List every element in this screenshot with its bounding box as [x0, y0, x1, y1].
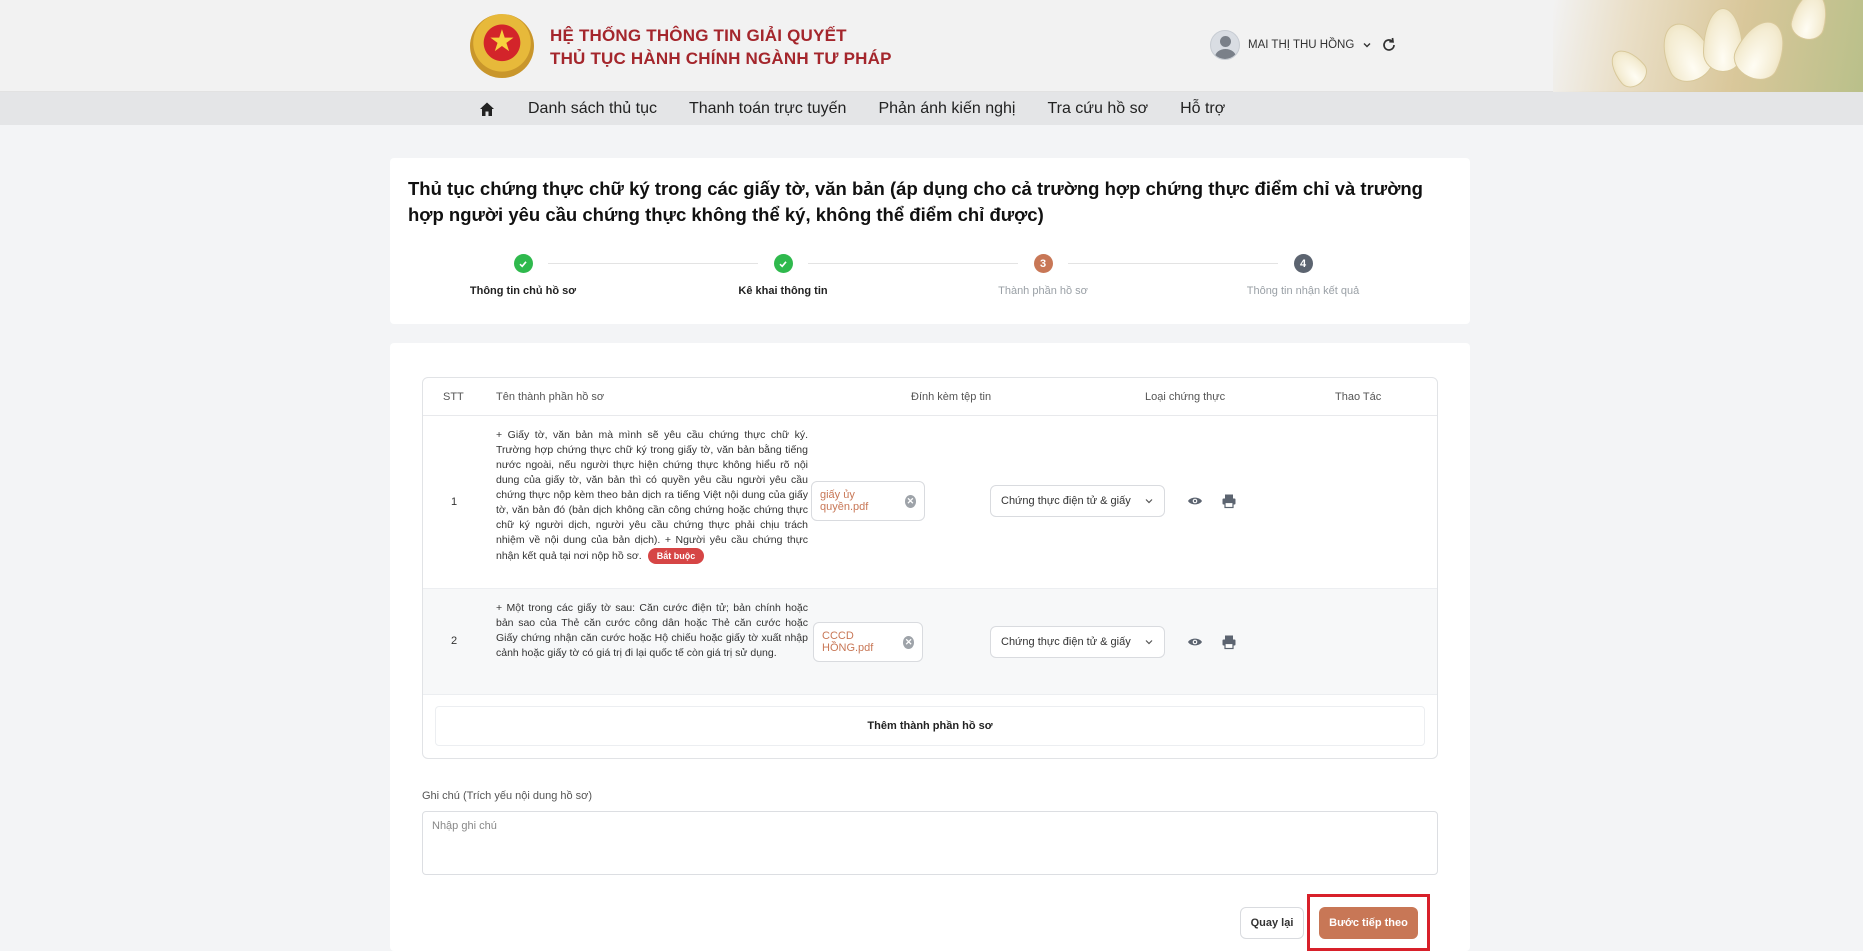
user-name: MAI THỊ THU HỒNG: [1248, 39, 1355, 51]
nav-item-support[interactable]: Hỗ trợ: [1180, 100, 1225, 118]
home-icon[interactable]: [478, 100, 496, 118]
next-step-button[interactable]: Bước tiếp theo: [1319, 907, 1418, 939]
remove-file-icon[interactable]: ✕: [903, 635, 914, 649]
print-icon[interactable]: [1221, 634, 1237, 650]
nav-item-lookup[interactable]: Tra cứu hồ sơ: [1047, 100, 1148, 118]
back-button[interactable]: Quay lại: [1240, 907, 1304, 939]
components-card: STT Tên thành phần hồ sơ Đính kèm tệp ti…: [390, 343, 1470, 951]
col-cert-type: Loại chứng thực: [1145, 391, 1226, 403]
table-row: 2 + Một trong các giấy tờ sau: Căn cước …: [423, 589, 1437, 695]
chevron-down-icon: [1363, 43, 1371, 48]
cert-type-value: Chứng thực điện tử & giấy: [1001, 636, 1131, 648]
step-result-info[interactable]: 4 Thông tin nhận kết quả: [1173, 254, 1433, 297]
col-stt: STT: [443, 391, 464, 403]
chevron-down-icon: [1145, 640, 1153, 645]
note-label: Ghi chú (Trích yếu nội dung hồ sơ): [422, 790, 593, 802]
nav-item-online-payment[interactable]: Thanh toán trực tuyến: [689, 100, 846, 118]
attached-file[interactable]: giấy ủy quyền.pdf ✕: [811, 481, 925, 521]
refresh-icon[interactable]: [1380, 36, 1398, 54]
national-emblem-logo[interactable]: ★: [470, 14, 534, 78]
file-name: giấy ủy quyền.pdf: [820, 489, 869, 513]
stepper: Thông tin chủ hồ sơ Kê khai thông tin 3 …: [390, 254, 1470, 314]
add-component-button[interactable]: Thêm thành phần hồ sơ: [435, 706, 1425, 746]
row-stt: 2: [451, 635, 458, 647]
check-icon: [773, 254, 793, 273]
remove-file-icon[interactable]: ✕: [904, 494, 916, 508]
view-eye-icon[interactable]: [1187, 493, 1203, 509]
user-menu[interactable]: MAI THỊ THU HỒNG: [1210, 30, 1372, 60]
row-description: + Giấy tờ, văn bản mà mình sẽ yêu cầu ch…: [496, 428, 808, 564]
attached-file[interactable]: CCCD HỒNG.pdf ✕: [813, 622, 923, 662]
table-header: STT Tên thành phần hồ sơ Đính kèm tệp ti…: [423, 378, 1437, 416]
col-attach: Đính kèm tệp tin: [911, 391, 992, 403]
step-declaration[interactable]: Kê khai thông tin: [653, 254, 913, 297]
check-icon: [513, 254, 533, 273]
col-actions: Thao Tác: [1335, 391, 1382, 403]
system-title-line2: THỦ TỤC HÀNH CHÍNH NGÀNH TƯ PHÁP: [550, 49, 892, 68]
row-description-text: + Giấy tờ, văn bản mà mình sẽ yêu cầu ch…: [496, 429, 808, 562]
page-title: Thủ tục chứng thực chữ ký trong các giấy…: [408, 178, 1423, 225]
cert-type-select[interactable]: Chứng thực điện tử & giấy: [990, 626, 1165, 658]
header: ★ HỆ THỐNG THÔNG TIN GIẢI QUYẾT THỦ TỤC …: [0, 0, 1863, 92]
system-title[interactable]: HỆ THỐNG THÔNG TIN GIẢI QUYẾT THỦ TỤC HÀ…: [550, 24, 892, 70]
cert-type-select[interactable]: Chứng thực điện tử & giấy: [990, 485, 1165, 517]
lotus-banner-image: [1553, 0, 1863, 92]
step-label: Thông tin nhận kết quả: [1246, 285, 1360, 297]
step-owner-info[interactable]: Thông tin chủ hồ sơ: [393, 254, 653, 297]
avatar: [1210, 30, 1240, 60]
required-badge: Bắt buộc: [647, 548, 705, 564]
row-description: + Một trong các giấy tờ sau: Căn cước đi…: [496, 602, 808, 659]
col-name: Tên thành phần hồ sơ: [496, 391, 605, 403]
view-eye-icon[interactable]: [1187, 634, 1203, 650]
components-table: STT Tên thành phần hồ sơ Đính kèm tệp ti…: [422, 377, 1438, 759]
main-nav: Danh sách thủ tục Thanh toán trực tuyến …: [0, 92, 1863, 125]
print-icon[interactable]: [1221, 493, 1237, 509]
note-textarea[interactable]: [422, 811, 1438, 875]
chevron-down-icon: [1145, 499, 1153, 504]
step-label: Thông tin chủ hồ sơ: [469, 285, 577, 297]
procedure-card: Thủ tục chứng thực chữ ký trong các giấy…: [390, 158, 1470, 324]
cert-type-value: Chứng thực điện tử & giấy: [1001, 495, 1131, 507]
table-row: 1 + Giấy tờ, văn bản mà mình sẽ yêu cầu …: [423, 416, 1437, 589]
step-number: 4: [1293, 254, 1313, 273]
nav-item-procedures[interactable]: Danh sách thủ tục: [528, 100, 657, 118]
system-title-line1: HỆ THỐNG THÔNG TIN GIẢI QUYẾT: [550, 26, 847, 45]
step-label: Kê khai thông tin: [738, 285, 828, 297]
file-name: CCCD HỒNG.pdf: [822, 630, 874, 654]
step-label: Thành phần hồ sơ: [998, 285, 1088, 297]
step-number: 3: [1033, 254, 1053, 273]
row-stt: 1: [451, 496, 458, 508]
nav-item-feedback[interactable]: Phản ánh kiến nghị: [878, 100, 1015, 118]
step-components[interactable]: 3 Thành phần hồ sơ: [913, 254, 1173, 297]
